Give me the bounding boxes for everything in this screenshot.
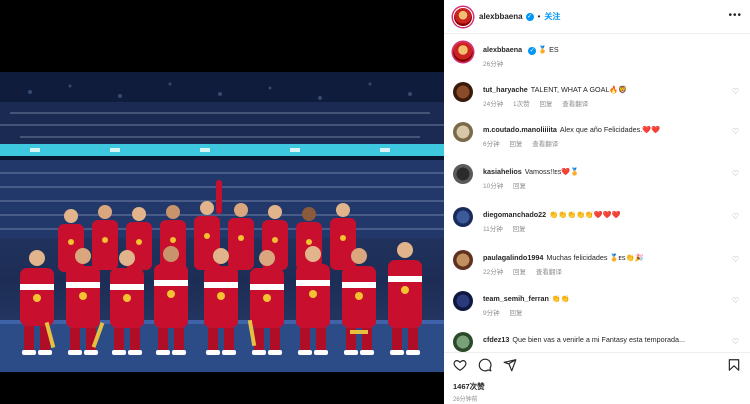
caption-avatar[interactable]	[453, 42, 473, 62]
commenter-username[interactable]: diegomanchado22	[483, 210, 546, 219]
comment-meta: 11分钟 回复	[483, 223, 534, 233]
commenter-username[interactable]: kasiahelios	[483, 167, 522, 176]
caption-username[interactable]: alexbbaena	[483, 45, 522, 54]
verified-badge-icon: ✓	[525, 12, 534, 21]
comment-body: 👏👏	[551, 294, 570, 303]
share-icon[interactable]	[503, 358, 517, 372]
comment-meta: 22分钟 回复 查看翻译	[483, 266, 570, 276]
comment-body: Alex que año Felicidades.❤️❤️	[559, 125, 661, 134]
commenter-username[interactable]: tut_haryache	[483, 85, 528, 94]
comment-item: team_semih_ferran 👏👏 9分钟 回复 ♡	[453, 291, 743, 321]
comments-list[interactable]: alexbbaena ✓ 🏅 ES 26分钟 tut_haryache TALENT…	[444, 34, 750, 352]
comment-item: tut_haryache TALENT, WHAT A GOAL🔥🦁 24分钟 1…	[453, 82, 743, 112]
commenter-avatar[interactable]	[453, 291, 473, 311]
caption-meta: 26分钟	[483, 58, 511, 68]
reply-button[interactable]: 回复	[509, 310, 522, 317]
commenter-avatar[interactable]	[453, 332, 473, 352]
heart-icon[interactable]	[453, 358, 467, 372]
post-timestamp: 26分钟前	[453, 397, 478, 403]
reply-button[interactable]: 回复	[513, 269, 526, 276]
comment-time: 9分钟	[483, 310, 500, 317]
commenter-avatar[interactable]	[453, 122, 473, 142]
author-username[interactable]: alexbbaena	[479, 12, 523, 21]
comment-text: kasiahelios Vamoss!!ᴇs❤️🏅	[483, 167, 733, 177]
comment-time: 24分钟	[483, 101, 504, 108]
comment-text: m.coutado.manoliiiita Alex que año Felici…	[483, 125, 733, 135]
caption-time: 26分钟	[483, 61, 504, 68]
translate-button[interactable]: 查看翻译	[562, 101, 588, 108]
comment-item: diegomanchado22 👏👏👏👏👏❤️❤️❤️ 11分钟 回复 ♡	[453, 207, 743, 237]
more-options-icon[interactable]: •••	[728, 10, 742, 21]
comment-text: diegomanchado22 👏👏👏👏👏❤️❤️❤️	[483, 210, 733, 220]
instagram-post-window: alexbbaena ✓ • 关注 ••• alexbbaena ✓ 🏅 ES 2…	[0, 0, 750, 404]
comment-like-heart-icon[interactable]: ♡	[732, 87, 739, 96]
comment-meta: 24分钟 1次赞 回复 查看翻译	[483, 98, 596, 108]
comment-item: cfdez13 Que bien vas a venirle a mi Fanta…	[453, 332, 743, 352]
comment-like-heart-icon[interactable]: ♡	[732, 296, 739, 305]
commenter-avatar[interactable]	[453, 164, 473, 184]
commenter-avatar[interactable]	[453, 82, 473, 102]
caption: alexbbaena ✓ 🏅 ES 26分钟	[453, 42, 743, 72]
author-avatar[interactable]	[453, 6, 473, 27]
comment-text: tut_haryache TALENT, WHAT A GOAL🔥🦁	[483, 85, 733, 95]
post-sidebar: alexbbaena ✓ • 关注 ••• alexbbaena ✓ 🏅 ES 2…	[444, 0, 750, 404]
comment-time: 22分钟	[483, 269, 504, 276]
action-bar	[444, 352, 750, 378]
verified-badge-icon: ✓	[528, 47, 537, 55]
comment-text: paulagalindo1994 Muchas felicidades 🏅ᴇs👏🎉	[483, 253, 733, 263]
bookmark-icon[interactable]	[727, 358, 741, 372]
comment-time: 11分钟	[483, 226, 503, 233]
comment-time: 6分钟	[483, 141, 500, 148]
reply-button[interactable]: 回复	[509, 141, 522, 148]
comment-item: m.coutado.manoliiiita Alex que año Felici…	[453, 122, 743, 152]
commenter-username[interactable]: cfdez13	[483, 335, 509, 344]
comment-like-heart-icon[interactable]: ♡	[732, 337, 739, 346]
post-photo[interactable]	[0, 72, 444, 372]
commenter-username[interactable]: m.coutado.manoliiiita	[483, 125, 557, 134]
comment-body: TALENT, WHAT A GOAL🔥🦁	[530, 85, 628, 94]
comment-item: kasiahelios Vamoss!!ᴇs❤️🏅 10分钟 回复 ♡	[453, 164, 743, 194]
comment-body: Muchas felicidades 🏅ᴇs👏🎉	[546, 253, 644, 262]
commenter-username[interactable]: paulagalindo1994	[483, 253, 543, 262]
comment-meta: 6分钟 回复 查看翻译	[483, 138, 566, 148]
comment-body: Que bien vas a venirle a mi Fantasy esta…	[512, 335, 685, 344]
comment-body: Vamoss!!ᴇs❤️🏅	[524, 167, 580, 176]
media-area	[0, 0, 444, 404]
comment-like-heart-icon[interactable]: ♡	[732, 212, 739, 221]
comment-text: cfdez13 Que bien vas a venirle a mi Fanta…	[483, 335, 733, 345]
separator-dot: •	[537, 12, 541, 21]
caption-body: 🏅 ES	[538, 45, 559, 54]
translate-button[interactable]: 查看翻译	[532, 141, 558, 148]
caption-text: alexbbaena ✓ 🏅 ES	[483, 45, 733, 55]
comment-likes[interactable]: 1次赞	[513, 101, 530, 108]
comment-like-heart-icon[interactable]: ♡	[732, 127, 739, 136]
reply-button[interactable]: 回复	[539, 101, 552, 108]
comment-icon[interactable]	[478, 358, 492, 372]
post-header: alexbbaena ✓ • 关注 •••	[444, 0, 750, 34]
likes-count[interactable]: 1467次赞	[453, 381, 485, 392]
reply-button[interactable]: 回复	[513, 226, 526, 233]
commenter-username[interactable]: team_semih_ferran	[483, 294, 549, 303]
comment-like-heart-icon[interactable]: ♡	[732, 255, 739, 264]
comment-time: 10分钟	[483, 183, 504, 190]
comment-meta: 9分钟 回复	[483, 307, 530, 317]
comment-text: team_semih_ferran 👏👏	[483, 294, 733, 304]
comment-item: paulagalindo1994 Muchas felicidades 🏅ᴇs👏🎉…	[453, 250, 743, 280]
comment-like-heart-icon[interactable]: ♡	[732, 169, 739, 178]
translate-button[interactable]: 查看翻译	[536, 269, 562, 276]
comment-body: 👏👏👏👏👏❤️❤️❤️	[549, 210, 621, 219]
follow-button[interactable]: 关注	[544, 11, 560, 22]
commenter-avatar[interactable]	[453, 250, 473, 270]
commenter-avatar[interactable]	[453, 207, 473, 227]
team-celebration-image	[0, 72, 444, 372]
reply-button[interactable]: 回复	[513, 183, 526, 190]
comment-meta: 10分钟 回复	[483, 180, 534, 190]
